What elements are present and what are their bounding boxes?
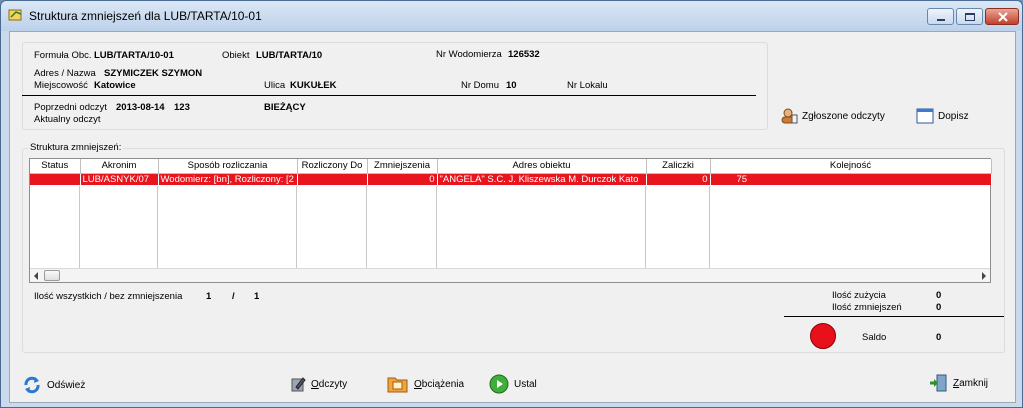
obciazenia-label: Obciążenia xyxy=(414,378,465,390)
struktura-label: Struktura zmniejszeń: xyxy=(28,142,124,153)
wodomierz-label: Nr Wodomierza xyxy=(436,49,502,60)
ustal-label: Ustal xyxy=(514,378,537,390)
nr-lokalu-label: Nr Lokalu xyxy=(567,80,608,91)
cell-adres: "ANGELA" S.C. J. Kliszewska M. Durczok K… xyxy=(437,173,647,185)
poprzedni-label: Poprzedni odczyt xyxy=(34,102,107,113)
user-icon xyxy=(781,108,798,124)
formula-label: Formuła Obc. xyxy=(34,50,92,61)
column-divider xyxy=(709,186,710,270)
cell-rozliczony-do xyxy=(297,173,368,185)
maximize-icon xyxy=(965,13,975,21)
ilosc-separator: / xyxy=(232,291,235,302)
zuzycia-value: 0 xyxy=(936,290,942,301)
odczyty-button[interactable]: Odczyty xyxy=(290,376,347,392)
ilosc-label: Ilość wszystkich / bez zmniejszenia xyxy=(34,291,183,302)
play-icon xyxy=(489,374,509,394)
column-divider xyxy=(79,186,80,270)
aktualny-label: Aktualny odczyt xyxy=(34,114,101,125)
dopisz-label: Dopisz xyxy=(938,110,969,122)
close-icon xyxy=(998,12,1008,22)
horizontal-scrollbar[interactable] xyxy=(30,268,990,282)
info-divider xyxy=(22,95,756,96)
cell-zmniejszenia: 0 xyxy=(367,173,438,185)
saldo-label: Saldo xyxy=(862,332,887,343)
exit-door-icon xyxy=(930,374,947,392)
scrollbar-thumb[interactable] xyxy=(44,270,60,281)
ustal-button[interactable]: Ustal xyxy=(489,374,537,394)
zuzycia-label: Ilość zużycia xyxy=(832,290,886,301)
column-header-zaliczki[interactable]: Zaliczki xyxy=(646,159,711,174)
client-area: Formuła Obc. LUB/TARTA/10-01 Obiekt LUB/… xyxy=(9,31,1016,403)
obciazenia-button[interactable]: Obciążenia xyxy=(387,374,464,394)
table-row[interactable]: LUB/ASNYK/07 Wodomierz: [bn], Rozliczony… xyxy=(30,173,992,185)
column-header-akronim[interactable]: Akronim xyxy=(80,159,159,174)
column-divider xyxy=(366,186,367,270)
cell-kolejnosc: 75 xyxy=(710,173,992,185)
column-header-status[interactable]: Status xyxy=(30,159,81,174)
scroll-right-icon[interactable] xyxy=(981,272,987,280)
cell-zaliczki: 0 xyxy=(646,173,711,185)
zmniejszen-value: 0 xyxy=(936,302,942,313)
folder-icon xyxy=(387,377,408,393)
ulica-value: KUKUŁEK xyxy=(290,80,337,91)
column-header-adres[interactable]: Adres obiektu xyxy=(437,159,647,174)
nr-domu-value: 10 xyxy=(506,80,517,91)
odswiez-button[interactable]: Odśwież xyxy=(22,375,85,395)
cell-sposob: Wodomierz: [bn], Rozliczony: [2 xyxy=(158,173,298,185)
miejscowosc-value: Katowice xyxy=(94,80,136,91)
refresh-icon xyxy=(24,376,40,394)
maximize-button[interactable] xyxy=(956,8,983,25)
column-divider xyxy=(436,186,437,270)
minimize-button[interactable] xyxy=(927,8,954,25)
zamknij-label: Zamknij xyxy=(953,377,989,389)
obiekt-value: LUB/TARTA/10 xyxy=(256,50,323,61)
window: Struktura zmniejszeń dla LUB/TARTA/10-01… xyxy=(0,0,1023,408)
ulica-label: Ulica xyxy=(264,80,286,91)
column-divider xyxy=(157,186,158,270)
scroll-left-icon[interactable] xyxy=(33,272,39,280)
column-header-sposob[interactable]: Sposób rozliczania xyxy=(158,159,298,174)
zgloszone-label: Zgłoszone odczyty xyxy=(802,110,885,122)
column-divider xyxy=(296,186,297,270)
window-icon xyxy=(916,108,934,124)
obiekt-label: Obiekt xyxy=(222,50,250,61)
column-header-kolejnosc[interactable]: Kolejność xyxy=(710,159,992,174)
poprzedni-value: 123 xyxy=(174,102,190,113)
column-header-rozliczony-do[interactable]: Rozliczony Do xyxy=(297,159,368,174)
zamknij-button[interactable]: Zamknij xyxy=(928,373,988,393)
miejscowosc-label: Miejscowość xyxy=(34,80,88,91)
ilosc-all-value: 1 xyxy=(206,291,212,302)
column-divider xyxy=(645,186,646,270)
window-title: Struktura zmniejszeń dla LUB/TARTA/10-01 xyxy=(29,9,262,23)
table-header: Status Akronim Sposób rozliczania Rozlic… xyxy=(30,159,992,174)
adres-value: SZYMICZEK SZYMON xyxy=(104,68,203,79)
formula-value: LUB/TARTA/10-01 xyxy=(94,50,174,61)
saldo-indicator xyxy=(810,323,836,349)
adres-label: Adres / Nazwa xyxy=(34,68,96,79)
wodomierz-value: 126532 xyxy=(508,49,540,60)
zmniejszenia-table[interactable]: Status Akronim Sposób rozliczania Rozlic… xyxy=(29,158,992,283)
poprzedni-date: 2013-08-14 xyxy=(116,102,165,113)
zgloszone-odczyty-button[interactable]: Zgłoszone odczyty xyxy=(780,108,885,124)
odswiez-label: Odśwież xyxy=(47,379,86,391)
pencil-icon xyxy=(291,377,306,392)
minimize-icon xyxy=(937,19,945,21)
dopisz-button[interactable]: Dopisz xyxy=(916,108,969,124)
biezacy-label: BIEŻĄCY xyxy=(264,102,306,113)
stats-divider xyxy=(784,316,1004,317)
title-bar: Struktura zmniejszeń dla LUB/TARTA/10-01 xyxy=(1,1,1022,31)
odczyty-label: Odczyty xyxy=(311,378,348,390)
cell-akronim: LUB/ASNYK/07 xyxy=(80,173,159,185)
cell-status xyxy=(30,173,81,185)
saldo-value: 0 xyxy=(936,332,942,343)
column-header-zmniejszenia[interactable]: Zmniejszenia xyxy=(367,159,438,174)
nr-domu-label: Nr Domu xyxy=(461,80,500,91)
app-icon xyxy=(8,9,22,21)
zmniejszen-label: Ilość zmniejszeń xyxy=(832,302,902,313)
ilosc-bez-value: 1 xyxy=(254,291,260,302)
close-button[interactable] xyxy=(985,8,1019,25)
